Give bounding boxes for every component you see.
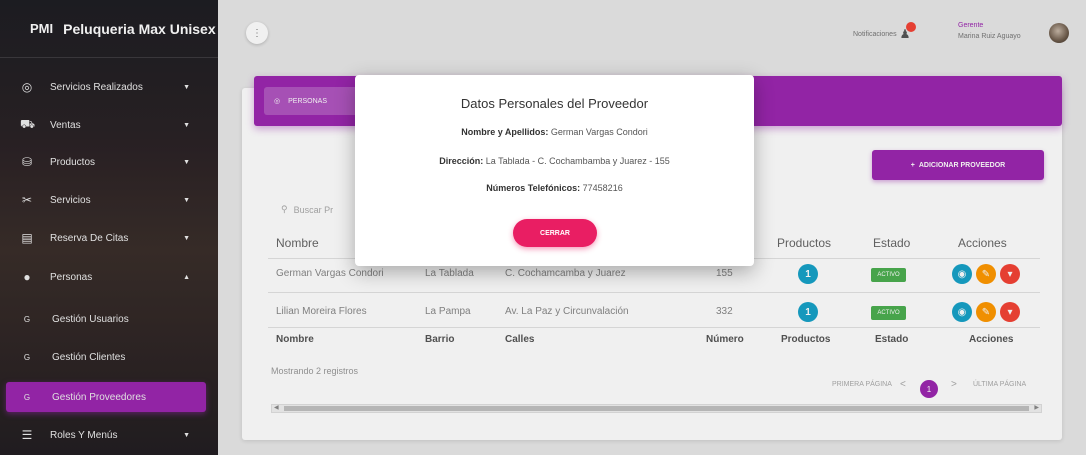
modal-name-line: Nombre y Apellidos: German Vargas Condor… xyxy=(355,127,754,137)
modal-phone-line: Números Telefónicos: 77458216 xyxy=(355,183,754,193)
phone-label: Números Telefónicos: xyxy=(486,183,581,193)
modal-title: Datos Personales del Proveedor xyxy=(460,96,649,111)
address-value: La Tablada - C. Cochambamba y Juarez - 1… xyxy=(485,156,670,166)
close-button[interactable]: CERRAR xyxy=(513,219,597,247)
address-label: Dirección: xyxy=(439,156,484,166)
name-label: Nombre y Apellidos: xyxy=(461,127,549,137)
phone-value: 77458216 xyxy=(582,183,623,193)
modal-address-line: Dirección: La Tablada - C. Cochambamba y… xyxy=(355,156,754,166)
name-value: German Vargas Condori xyxy=(550,127,648,137)
provider-details-modal: Datos Personales del Proveedor Nombre y … xyxy=(355,75,754,266)
